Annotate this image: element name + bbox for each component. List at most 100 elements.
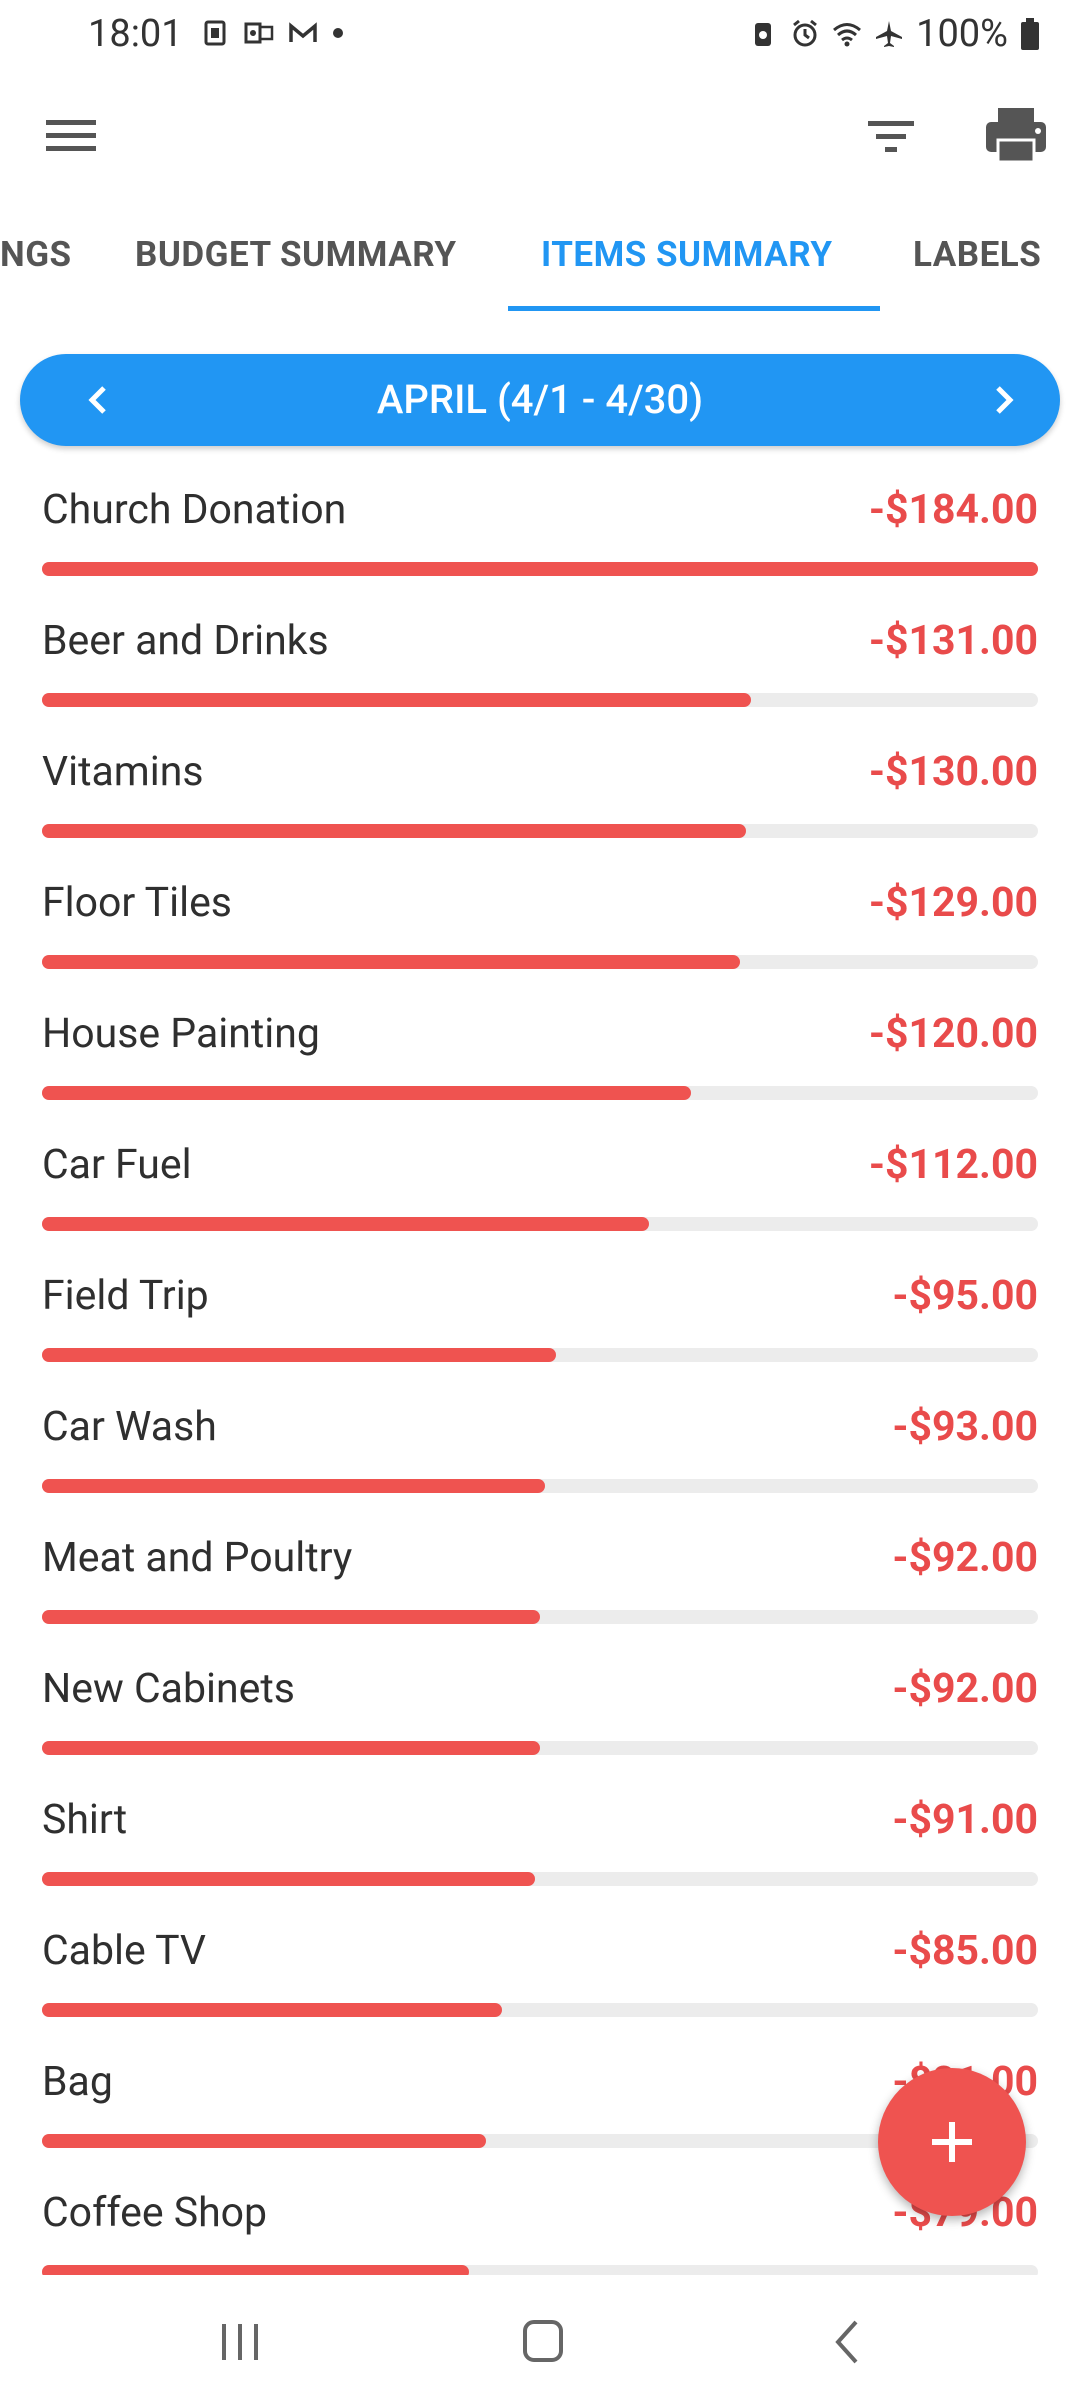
item-name: Cable TV: [42, 1927, 206, 1975]
items-list: Church Donation -$184.00 Beer and Drinks -$…: [0, 462, 1080, 2296]
chevron-right-icon: [996, 386, 1014, 414]
progress-fill: [42, 1479, 545, 1493]
progress-fill: [42, 1217, 649, 1231]
progress-track: [42, 2003, 1038, 2017]
progress-fill: [42, 2134, 487, 2148]
progress-track: [42, 824, 1038, 838]
progress-fill: [42, 2003, 503, 2017]
home-icon: [523, 2320, 563, 2362]
progress-fill: [42, 1348, 556, 1362]
back-icon: [835, 2320, 858, 2364]
tab-items-summary[interactable]: ITEMS SUMMARY: [541, 234, 833, 275]
print-button[interactable]: [978, 100, 1058, 170]
recent-apps-icon: [222, 2324, 258, 2360]
tab-budget-summary[interactable]: BUDGET SUMMARY: [135, 234, 457, 275]
list-item[interactable]: Car Wash -$93.00: [0, 1379, 1080, 1510]
list-item[interactable]: Church Donation -$184.00: [0, 462, 1080, 593]
wifi-icon: [833, 23, 862, 47]
progress-fill: [42, 1610, 540, 1624]
list-item[interactable]: Field Trip -$95.00: [0, 1248, 1080, 1379]
month-title: APRIL (4/1 - 4/30): [376, 376, 704, 423]
progress-track: [42, 1217, 1038, 1231]
battery-percent: 100%: [916, 12, 1008, 56]
item-name: Car Wash: [42, 1403, 217, 1451]
list-item[interactable]: Floor Tiles -$129.00: [0, 855, 1080, 986]
item-amount: -$91.00: [892, 1796, 1038, 1844]
item-name: Meat and Poultry: [42, 1534, 353, 1582]
list-item[interactable]: Vitamins -$130.00: [0, 724, 1080, 855]
home-button[interactable]: [503, 2312, 583, 2372]
progress-fill: [42, 1741, 540, 1755]
progress-track: [42, 1741, 1038, 1755]
item-name: New Cabinets: [42, 1665, 295, 1713]
item-amount: -$112.00: [868, 1141, 1038, 1189]
list-item[interactable]: Beer and Drinks -$131.00: [0, 593, 1080, 724]
gmail-icon: [289, 22, 317, 42]
status-bar: 18:01 100%: [0, 0, 1080, 76]
tab-labels[interactable]: LABELS: [913, 234, 1041, 275]
airplane-icon: [876, 21, 903, 47]
month-selector: APRIL (4/1 - 4/30): [20, 354, 1060, 446]
item-name: Bag: [42, 2058, 113, 2106]
outlook-icon: [244, 22, 274, 44]
app-bar: [0, 76, 1080, 196]
progress-fill: [42, 955, 741, 969]
progress-track: [42, 1086, 1038, 1100]
progress-fill: [42, 1872, 536, 1886]
progress-track: [42, 1348, 1038, 1362]
status-time: 18:01: [88, 12, 183, 56]
progress-fill: [42, 693, 752, 707]
progress-track: [42, 955, 1038, 969]
plus-icon: [932, 2122, 972, 2162]
item-name: Shirt: [42, 1796, 128, 1844]
progress-track: [42, 1479, 1038, 1493]
progress-track: [42, 562, 1038, 576]
back-button[interactable]: [808, 2312, 888, 2372]
add-item-button[interactable]: [878, 2068, 1026, 2216]
menu-button[interactable]: [38, 106, 108, 166]
list-item[interactable]: Meat and Poultry -$92.00: [0, 1510, 1080, 1641]
progress-fill: [42, 1086, 692, 1100]
item-amount: -$92.00: [892, 1665, 1038, 1713]
print-icon: [986, 108, 1046, 164]
item-amount: -$129.00: [868, 879, 1038, 927]
list-item[interactable]: Shirt -$91.00: [0, 1772, 1080, 1903]
tab-bar: NGS BUDGET SUMMARY ITEMS SUMMARY LABELS: [0, 210, 1080, 312]
item-amount: -$95.00: [892, 1272, 1038, 1320]
alarm-icon: [793, 19, 818, 47]
battery-saver-icon: [755, 23, 772, 46]
item-amount: -$131.00: [868, 617, 1038, 665]
item-amount: -$92.00: [892, 1534, 1038, 1582]
list-item[interactable]: New Cabinets -$92.00: [0, 1641, 1080, 1772]
dot-icon: [333, 28, 343, 38]
item-name: Field Trip: [42, 1272, 209, 1320]
item-name: Floor Tiles: [42, 879, 232, 927]
item-amount: -$93.00: [892, 1403, 1038, 1451]
progress-fill: [42, 824, 747, 838]
filter-icon: [868, 121, 914, 152]
list-item[interactable]: House Painting -$120.00: [0, 986, 1080, 1117]
list-item[interactable]: Cable TV -$85.00: [0, 1903, 1080, 2034]
recent-apps-button[interactable]: [200, 2312, 280, 2372]
menu-icon: [46, 120, 96, 151]
item-amount: -$120.00: [868, 1010, 1038, 1058]
item-name: Beer and Drinks: [42, 617, 329, 665]
item-name: Vitamins: [42, 748, 204, 796]
progress-track: [42, 693, 1038, 707]
next-month-button[interactable]: [976, 372, 1032, 428]
status-left-icons: [200, 18, 344, 48]
tab-settings[interactable]: NGS: [0, 234, 72, 275]
item-name: House Painting: [42, 1010, 320, 1058]
filter-button[interactable]: [858, 106, 928, 166]
item-amount: -$85.00: [892, 1927, 1038, 1975]
progress-fill: [42, 562, 1038, 576]
progress-track: [42, 1872, 1038, 1886]
active-tab-indicator: [508, 306, 880, 311]
notification-icon: [204, 20, 226, 46]
item-amount: -$184.00: [868, 486, 1038, 534]
status-right: 100%: [748, 12, 1040, 56]
list-item[interactable]: Car Fuel -$112.00: [0, 1117, 1080, 1248]
item-amount: -$130.00: [868, 748, 1038, 796]
item-name: Car Fuel: [42, 1141, 192, 1189]
item-name: Church Donation: [42, 486, 347, 534]
